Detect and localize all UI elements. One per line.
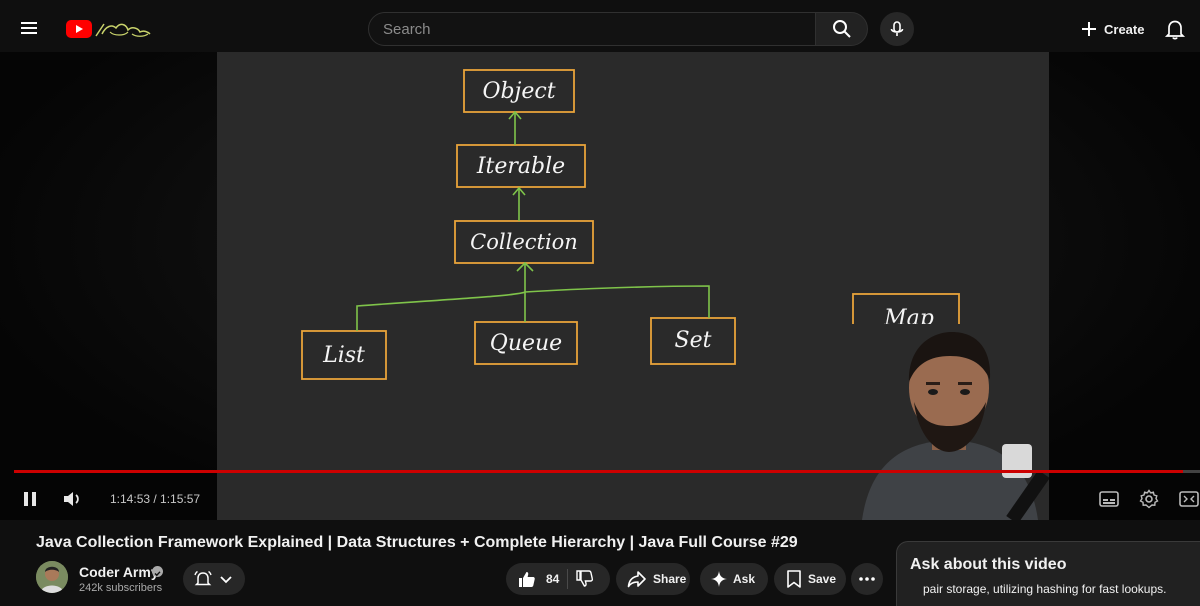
thumbs-up-icon	[519, 572, 535, 587]
save-label: Save	[808, 572, 837, 586]
video-player[interactable]: Object Iterable Collection List Queue Se…	[0, 52, 1200, 524]
theater-mode-icon	[1179, 491, 1199, 507]
fullscreen-button[interactable]	[1174, 484, 1200, 514]
create-label: Create	[1104, 21, 1145, 37]
notifications-bell-icon[interactable]	[1163, 17, 1187, 41]
diagram-label-queue: Queue	[490, 331, 562, 356]
channel-name[interactable]: Coder Army	[79, 564, 159, 580]
ask-panel-title: Ask about this video	[910, 556, 1067, 573]
pause-icon	[24, 492, 36, 506]
dislike-button[interactable]	[576, 570, 594, 588]
player-controls: 1:14:53 / 1:15:57	[0, 482, 1200, 518]
time-display: 1:14:53 / 1:15:57	[110, 492, 201, 506]
like-count: 84	[546, 572, 560, 586]
channel-avatar[interactable]	[36, 561, 68, 593]
arrow-set-collection	[524, 285, 710, 318]
microphone-icon	[890, 21, 904, 36]
youtube-logo[interactable]	[66, 18, 156, 40]
pause-button[interactable]	[15, 484, 45, 514]
more-actions-button[interactable]	[851, 563, 883, 595]
top-bar: Create	[0, 0, 1200, 56]
captions-button[interactable]	[1094, 484, 1124, 514]
voice-search-button[interactable]	[880, 12, 914, 46]
like-divider	[567, 569, 569, 589]
sparkle-icon	[711, 571, 727, 587]
search-input[interactable]	[369, 13, 815, 45]
like-dislike-group: 84	[506, 563, 610, 595]
ask-panel-snippet: pair storage, utilizing hashing for fast…	[923, 582, 1167, 596]
diagram-label-list: List	[322, 343, 365, 368]
ask-label: Ask	[733, 572, 756, 586]
share-arrow-icon	[627, 571, 646, 588]
verified-badge-icon	[152, 566, 163, 577]
search-field[interactable]	[368, 12, 816, 46]
search-button[interactable]	[815, 12, 868, 46]
search-icon	[832, 20, 851, 38]
subtitles-icon	[1099, 491, 1119, 507]
diagram-label-collection: Collection	[470, 230, 578, 254]
thumbs-down-icon	[576, 570, 594, 587]
subscriber-count: 242k subscribers	[79, 582, 163, 594]
volume-icon	[64, 492, 79, 506]
gear-icon	[1139, 489, 1159, 509]
more-horizontal-icon	[859, 577, 875, 581]
diagram-label-iterable: Iterable	[476, 154, 565, 179]
save-button[interactable]: Save	[774, 563, 846, 595]
share-label: Share	[653, 572, 687, 586]
channel-action-row: Coder Army 242k subscribers 84 Share Ask…	[36, 561, 896, 597]
ask-about-video-panel[interactable]: Ask about this video pair storage, utili…	[896, 541, 1200, 606]
mute-button[interactable]	[58, 484, 88, 514]
bell-ring-icon	[194, 570, 212, 586]
arrow-list-collection	[356, 291, 526, 331]
progress-bar[interactable]	[14, 470, 1200, 473]
chevron-down-icon	[220, 576, 232, 584]
hamburger-menu-icon[interactable]	[18, 16, 42, 40]
bookmark-icon	[787, 570, 801, 588]
ask-button[interactable]: Ask	[700, 563, 768, 595]
diagram-label-object: Object	[482, 79, 555, 104]
settings-button[interactable]	[1134, 484, 1164, 514]
create-button[interactable]: Create	[1072, 12, 1150, 46]
video-title: Java Collection Framework Explained | Da…	[36, 534, 798, 551]
share-button[interactable]: Share	[616, 563, 690, 595]
subscription-notification-button[interactable]	[183, 563, 245, 595]
plus-icon	[1082, 22, 1096, 36]
like-button[interactable]: 84	[518, 570, 559, 588]
progress-bar-fill	[14, 470, 1184, 473]
diagram-label-set: Set	[675, 328, 712, 353]
